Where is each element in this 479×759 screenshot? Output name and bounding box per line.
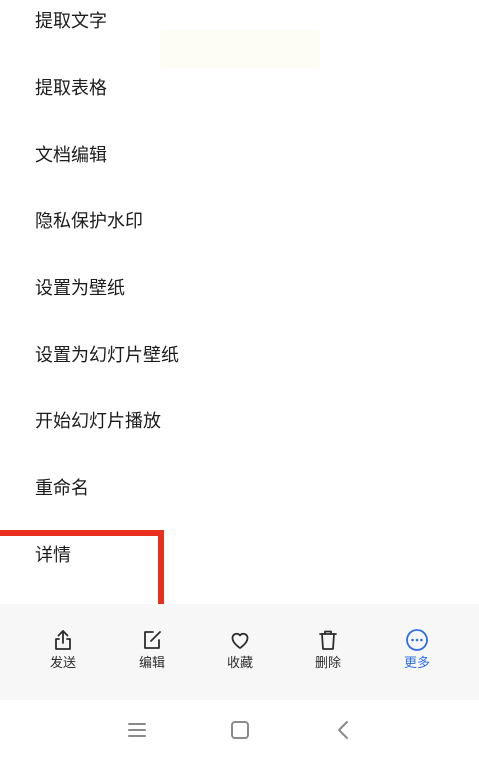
watermark-overlay	[160, 30, 320, 68]
menu-item-document-edit[interactable]: 文档编辑	[35, 136, 107, 176]
highlight-annotation-box	[0, 530, 164, 610]
more-label: 更多	[403, 656, 430, 671]
menu-item-privacy-watermark[interactable]: 隐私保护水印	[35, 202, 143, 242]
menu-item-set-wallpaper[interactable]: 设置为壁纸	[35, 269, 125, 309]
menu-item-extract-table[interactable]: 提取表格	[35, 69, 107, 109]
menu-item-rename[interactable]: 重命名	[35, 469, 89, 509]
bottom-toolbar: 发送 编辑 收藏 删除 更多	[0, 604, 479, 700]
heart-icon	[228, 628, 252, 652]
menu-item-start-slideshow[interactable]: 开始幻灯片播放	[35, 402, 161, 442]
menu-item-set-slideshow-wallpaper[interactable]: 设置为幻灯片壁纸	[35, 336, 179, 376]
edit-label: 编辑	[138, 656, 165, 671]
menu-item-extract-text[interactable]: 提取文字	[35, 2, 107, 42]
delete-button[interactable]: 删除	[298, 628, 358, 684]
send-label: 发送	[49, 656, 76, 671]
recent-apps-button[interactable]	[122, 717, 152, 743]
back-button[interactable]	[328, 717, 358, 743]
edit-button[interactable]: 编辑	[122, 628, 182, 684]
home-button[interactable]	[225, 717, 255, 743]
more-options-menu: 提取文字 提取表格 文档编辑 隐私保护水印 设置为壁纸 设置为幻灯片壁纸 开始幻…	[0, 0, 479, 604]
menu-icon	[122, 717, 152, 743]
favorite-button[interactable]: 收藏	[210, 628, 270, 684]
more-icon	[405, 628, 429, 652]
edit-icon	[140, 628, 164, 652]
trash-icon	[316, 628, 340, 652]
delete-label: 删除	[314, 656, 341, 671]
back-icon	[328, 717, 358, 743]
favorite-label: 收藏	[226, 656, 253, 671]
more-button[interactable]: 更多	[387, 628, 447, 684]
home-icon	[225, 717, 255, 743]
send-button[interactable]: 发送	[33, 628, 93, 684]
system-navigation-bar	[0, 700, 479, 759]
share-icon	[51, 628, 75, 652]
